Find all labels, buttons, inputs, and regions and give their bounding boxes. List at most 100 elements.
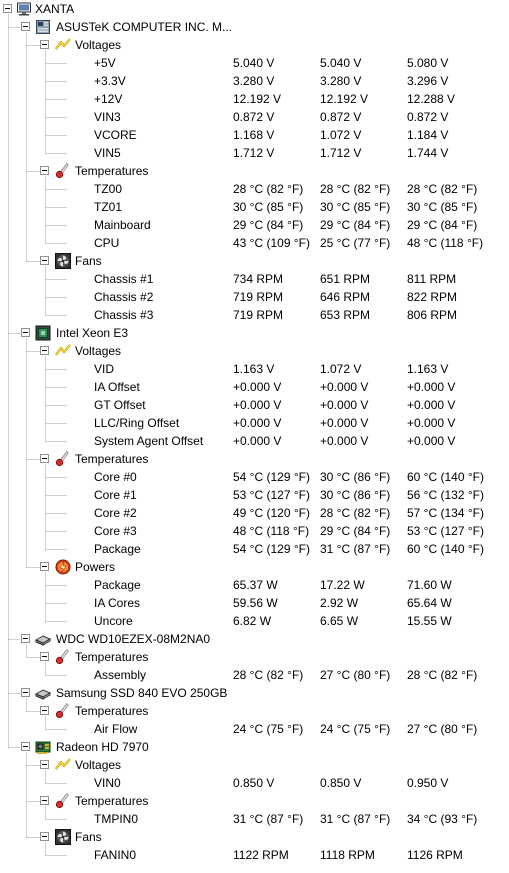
node-label: Fans (75, 830, 102, 844)
value-min: 1.712 V (320, 146, 362, 160)
sensor-row-package[interactable]: Package 54 °C (129 °F) 31 °C (87 °F) 60 °C … (0, 540, 509, 558)
value-max: 65.64 W (407, 596, 452, 610)
collapse-toggle[interactable] (40, 706, 49, 715)
sensor-name: Package (94, 542, 141, 556)
sensor-row-vin3[interactable]: VIN3 0.872 V 0.872 V 0.872 V (0, 108, 509, 126)
collapse-toggle[interactable] (40, 166, 49, 175)
value-max: 57 °C (134 °F) (407, 506, 484, 520)
sensor-row-chassis-3[interactable]: Chassis #3 719 RPM 653 RPM 806 RPM (0, 306, 509, 324)
group-node-voltages[interactable]: Voltages (0, 36, 509, 54)
value-min: 1118 RPM (320, 848, 375, 862)
computer-node[interactable]: XANTA (0, 0, 509, 18)
sensor-name: Core #2 (94, 506, 137, 520)
sensor-row-chassis-2[interactable]: Chassis #2 719 RPM 646 RPM 822 RPM (0, 288, 509, 306)
group-node-fans[interactable]: Fans (0, 252, 509, 270)
collapse-toggle[interactable] (21, 328, 30, 337)
sensor-row-cpu[interactable]: CPU 43 °C (109 °F) 25 °C (77 °F) 48 °C (118… (0, 234, 509, 252)
collapse-toggle[interactable] (40, 454, 49, 463)
group-node-temperatures[interactable]: Temperatures (0, 450, 509, 468)
node-label: Radeon HD 7970 (56, 740, 149, 754)
sensor-row-package[interactable]: Package 65.37 W 17.22 W 71.60 W (0, 576, 509, 594)
sensor-name: FANIN0 (94, 848, 137, 862)
collapse-toggle[interactable] (40, 40, 49, 49)
collapse-toggle[interactable] (21, 22, 30, 31)
sensor-row-assembly[interactable]: Assembly 28 °C (82 °F) 27 °C (80 °F) 28 °C … (0, 666, 509, 684)
value-current: 24 °C (75 °F) (233, 722, 304, 736)
group-node-temperatures[interactable]: Temperatures (0, 648, 509, 666)
sensor-row-5v[interactable]: +5V 5.040 V 5.040 V 5.080 V (0, 54, 509, 72)
collapse-toggle[interactable] (3, 4, 12, 13)
value-max: +0.000 V (407, 380, 456, 394)
device-node-radeon-hd-7970[interactable]: Radeon HD 7970 (0, 738, 509, 756)
device-node-wdc-wd10ezex-08m2na0[interactable]: WDC WD10EZEX-08M2NA0 (0, 630, 509, 648)
value-max: 60 °C (140 °F) (407, 542, 484, 556)
value-current: 43 °C (109 °F) (233, 236, 310, 250)
sensor-row-tz00[interactable]: TZ00 28 °C (82 °F) 28 °C (82 °F) 28 °C (82 … (0, 180, 509, 198)
collapse-toggle[interactable] (40, 652, 49, 661)
group-node-fans[interactable]: Fans (0, 828, 509, 846)
value-current: 0.850 V (233, 776, 275, 790)
collapse-toggle[interactable] (40, 562, 49, 571)
sensor-name: IA Cores (94, 596, 141, 610)
group-node-temperatures[interactable]: Temperatures (0, 792, 509, 810)
collapse-toggle[interactable] (40, 346, 49, 355)
group-node-powers[interactable]: Powers (0, 558, 509, 576)
node-label: Voltages (75, 344, 122, 358)
value-current: 6.82 W (233, 614, 272, 628)
sensor-row-core-0[interactable]: Core #0 54 °C (129 °F) 30 °C (86 °F) 60 °C … (0, 468, 509, 486)
sensor-row-vcore[interactable]: VCORE 1.168 V 1.072 V 1.184 V (0, 126, 509, 144)
sensor-name: IA Offset (94, 380, 140, 394)
value-max: 28 °C (82 °F) (407, 182, 478, 196)
collapse-toggle[interactable] (40, 760, 49, 769)
sensor-row-llc-ring-offset[interactable]: LLC/Ring Offset +0.000 V +0.000 V +0.000 V (0, 414, 509, 432)
collapse-toggle[interactable] (40, 796, 49, 805)
sensor-row-vid[interactable]: VID 1.163 V 1.072 V 1.163 V (0, 360, 509, 378)
value-current: 54 °C (129 °F) (233, 470, 310, 484)
sensor-row-vin0[interactable]: VIN0 0.850 V 0.850 V 0.950 V (0, 774, 509, 792)
sensor-name: VID (94, 362, 115, 376)
value-max: 3.296 V (407, 74, 449, 88)
value-min: 12.192 V (320, 92, 369, 106)
thermometer-icon (55, 649, 71, 665)
group-node-temperatures[interactable]: Temperatures (0, 702, 509, 720)
sensor-row-ia-offset[interactable]: IA Offset +0.000 V +0.000 V +0.000 V (0, 378, 509, 396)
sensor-row-chassis-1[interactable]: Chassis #1 734 RPM 651 RPM 811 RPM (0, 270, 509, 288)
sensor-row-uncore[interactable]: Uncore 6.82 W 6.65 W 15.55 W (0, 612, 509, 630)
sensor-row-mainboard[interactable]: Mainboard 29 °C (84 °F) 29 °C (84 °F) 29 °C… (0, 216, 509, 234)
sensor-row-ia-cores[interactable]: IA Cores 59.56 W 2.92 W 65.64 W (0, 594, 509, 612)
sensor-row-core-2[interactable]: Core #2 49 °C (120 °F) 28 °C (82 °F) 57 °C … (0, 504, 509, 522)
value-max: 1.184 V (407, 128, 449, 142)
value-max: 5.080 V (407, 56, 449, 70)
device-node-asustek-computer-inc-m[interactable]: ASUSTeK COMPUTER INC. M... (0, 18, 509, 36)
value-current: 12.192 V (233, 92, 282, 106)
sensor-row-tmpin0[interactable]: TMPIN0 31 °C (87 °F) 31 °C (87 °F) 34 °C (9… (0, 810, 509, 828)
sensor-row-system-agent-offset[interactable]: System Agent Offset +0.000 V +0.000 V +0.00… (0, 432, 509, 450)
hard-drive-icon (34, 631, 52, 647)
collapse-toggle[interactable] (40, 832, 49, 841)
collapse-toggle[interactable] (40, 256, 49, 265)
sensor-row-3-3v[interactable]: +3.3V 3.280 V 3.280 V 3.296 V (0, 72, 509, 90)
device-node-intel-xeon-e3[interactable]: Intel Xeon E3 (0, 324, 509, 342)
sensor-row-gt-offset[interactable]: GT Offset +0.000 V +0.000 V +0.000 V (0, 396, 509, 414)
sensor-row-air-flow[interactable]: Air Flow 24 °C (75 °F) 24 °C (75 °F) 27 °C … (0, 720, 509, 738)
sensor-row-fanin0[interactable]: FANIN0 1122 RPM 1118 RPM 1126 RPM (0, 846, 509, 864)
value-max: 71.60 W (407, 578, 452, 592)
collapse-toggle[interactable] (21, 688, 30, 697)
sensor-name: Core #0 (94, 470, 137, 484)
sensor-row-core-1[interactable]: Core #1 53 °C (127 °F) 30 °C (86 °F) 56 °C … (0, 486, 509, 504)
group-node-voltages[interactable]: Voltages (0, 342, 509, 360)
sensor-row-tz01[interactable]: TZ01 30 °C (85 °F) 30 °C (85 °F) 30 °C (85 … (0, 198, 509, 216)
computer-icon (16, 1, 32, 17)
collapse-toggle[interactable] (21, 742, 30, 751)
sensor-row-core-3[interactable]: Core #3 48 °C (118 °F) 29 °C (84 °F) 53 °C … (0, 522, 509, 540)
collapse-toggle[interactable] (21, 634, 30, 643)
device-node-samsung-ssd-840-evo-250gb[interactable]: Samsung SSD 840 EVO 250GB (0, 684, 509, 702)
group-node-temperatures[interactable]: Temperatures (0, 162, 509, 180)
value-max: 34 °C (93 °F) (407, 812, 478, 826)
value-max: 0.950 V (407, 776, 449, 790)
sensor-row-vin5[interactable]: VIN5 1.712 V 1.712 V 1.744 V (0, 144, 509, 162)
group-node-voltages[interactable]: Voltages (0, 756, 509, 774)
value-min: 30 °C (86 °F) (320, 488, 391, 502)
sensor-row-12v[interactable]: +12V 12.192 V 12.192 V 12.288 V (0, 90, 509, 108)
sensor-name: LLC/Ring Offset (94, 416, 180, 430)
